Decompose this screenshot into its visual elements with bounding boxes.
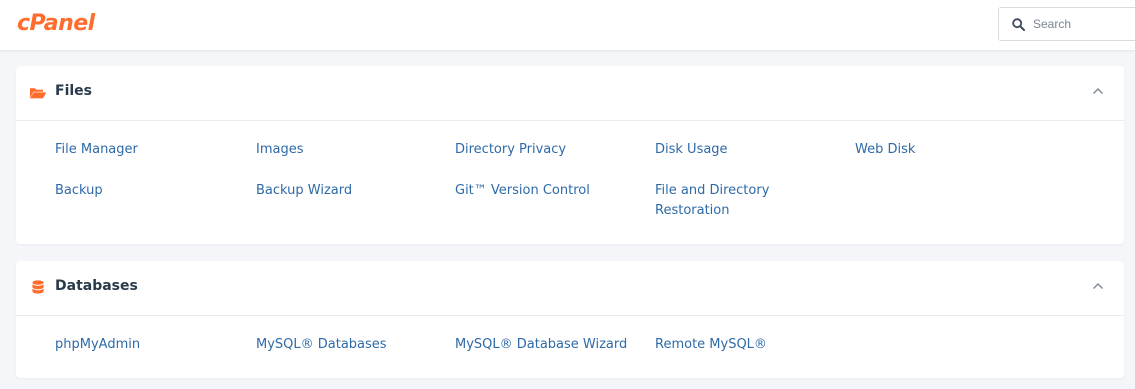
search-input[interactable] — [1033, 8, 1133, 40]
mysql-databases-link[interactable]: MySQL® Databases — [256, 335, 441, 355]
directory-privacy-link[interactable]: Directory Privacy — [455, 140, 640, 160]
databases-panel-header[interactable]: Databases — [16, 261, 1124, 316]
folder-open-icon — [30, 88, 47, 99]
top-header: cPanel — [0, 0, 1135, 51]
databases-panel: Databases phpMyAdmin MySQL® Databases My… — [16, 261, 1124, 378]
file-manager-link[interactable]: File Manager — [55, 140, 240, 160]
git-version-control-link[interactable]: Git™ Version Control — [455, 181, 640, 201]
chevron-up-icon[interactable] — [1092, 87, 1104, 95]
search-box[interactable] — [998, 7, 1135, 41]
mysql-database-wizard-link[interactable]: MySQL® Database Wizard — [455, 335, 640, 355]
files-panel-title: Files — [55, 83, 92, 99]
disk-usage-link[interactable]: Disk Usage — [655, 140, 840, 160]
images-link[interactable]: Images — [256, 140, 441, 160]
database-icon — [32, 280, 44, 294]
chevron-up-icon[interactable] — [1092, 282, 1104, 290]
file-and-directory-restoration-link[interactable]: File and Directory Restoration — [655, 181, 795, 221]
databases-panel-title: Databases — [55, 278, 138, 294]
files-panel-header[interactable]: Files — [16, 66, 1124, 121]
backup-link[interactable]: Backup — [55, 181, 240, 201]
cpanel-logo[interactable]: cPanel — [17, 11, 95, 36]
web-disk-link[interactable]: Web Disk — [855, 140, 1040, 160]
remote-mysql-link[interactable]: Remote MySQL® — [655, 335, 840, 355]
search-icon — [1012, 18, 1025, 31]
files-panel: Files File Manager Images Directory Priv… — [16, 66, 1124, 244]
phpmyadmin-link[interactable]: phpMyAdmin — [55, 335, 240, 355]
backup-wizard-link[interactable]: Backup Wizard — [256, 181, 441, 201]
